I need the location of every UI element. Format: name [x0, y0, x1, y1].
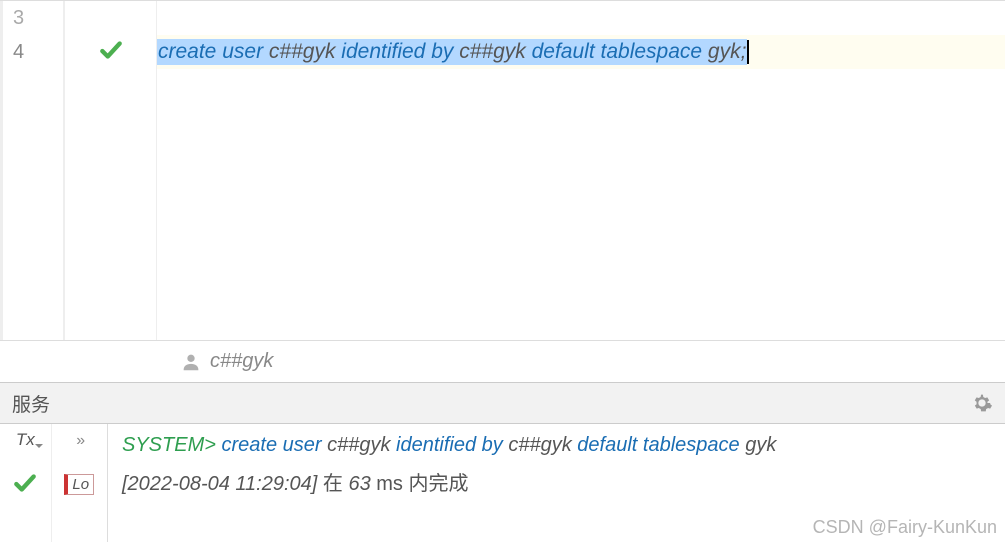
identifier: gyk;: [702, 40, 746, 64]
console-tx-column: Tx: [0, 424, 52, 542]
selection[interactable]: create user c##gyk identified by c##gyk …: [157, 39, 747, 65]
console-session-column: » Lo: [52, 424, 107, 542]
commit-check-icon[interactable]: [12, 470, 38, 501]
identifier: c##gyk: [453, 40, 531, 64]
keyword-tablespace: tablespace: [601, 40, 703, 64]
code-line-3[interactable]: [157, 1, 1005, 35]
console-line-1: SYSTEM> create user c##gyk identified by…: [122, 434, 993, 457]
services-panel-header[interactable]: 服务: [0, 382, 1005, 424]
console-line-2: [2022-08-04 11:29:04] 在 63 ms 内完成: [122, 467, 993, 496]
services-title: 服务: [12, 390, 50, 417]
user-icon: [180, 351, 202, 373]
gutter-line-4[interactable]: 4: [3, 35, 63, 69]
identifier: c##gyk: [263, 40, 341, 64]
marker-row-4[interactable]: [65, 35, 156, 69]
connection-user-bar: c##gyk: [0, 340, 1005, 382]
code-area[interactable]: create user c##gyk identified by c##gyk …: [157, 1, 1005, 340]
success-check-icon: [98, 37, 124, 68]
line-gutter: 3 4: [3, 1, 65, 340]
code-line-4[interactable]: create user c##gyk identified by c##gyk …: [157, 35, 1005, 69]
text-cursor: [747, 40, 749, 64]
watermark: CSDN @Fairy-KunKun: [813, 517, 997, 538]
gear-icon[interactable]: [971, 392, 993, 414]
timestamp: [2022-08-04 11:29:04]: [122, 473, 323, 495]
duration-ms: 63: [348, 473, 370, 495]
chevron-right-icon[interactable]: »: [76, 432, 82, 450]
marker-column: [65, 1, 157, 340]
gutter-line-3[interactable]: 3: [3, 1, 63, 35]
keyword-user: user: [222, 40, 263, 64]
console-toolbar: Tx » Lo: [0, 424, 108, 542]
keyword-by: by: [431, 40, 453, 64]
line-number: 3: [13, 7, 24, 30]
keyword-default: default: [532, 40, 595, 64]
keyword-identified: identified: [341, 40, 425, 64]
keyword-create: create: [158, 40, 216, 64]
line-number: 4: [13, 41, 24, 64]
lo-badge[interactable]: Lo: [64, 474, 94, 495]
tx-dropdown[interactable]: Tx: [16, 430, 35, 450]
connection-user-name: c##gyk: [210, 350, 273, 373]
sql-editor[interactable]: 3 4 create user c##gyk identified by c##…: [0, 0, 1005, 340]
console-prompt: SYSTEM>: [122, 434, 216, 456]
marker-row-3: [65, 1, 156, 35]
